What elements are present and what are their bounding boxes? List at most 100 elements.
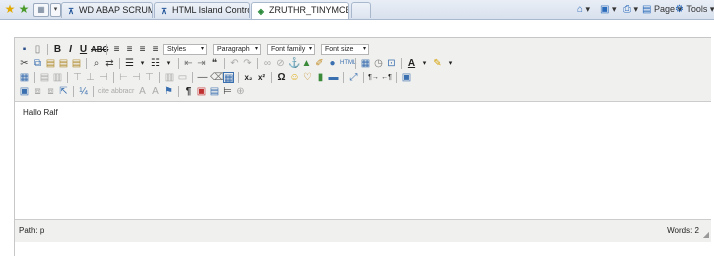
undo-icon[interactable]: ↶ [229, 58, 240, 69]
paste-word-icon[interactable]: ▤ [71, 58, 82, 69]
template-icon[interactable]: ▤ [209, 86, 220, 97]
paste-icon[interactable]: ▤ [45, 58, 56, 69]
insert-time-icon[interactable]: ◷ [373, 58, 384, 69]
cell-properties-icon[interactable]: ▥ [52, 72, 63, 83]
abbr-icon[interactable]: abbr [111, 86, 125, 97]
align-right-icon[interactable]: ≡ [137, 44, 148, 55]
bold-icon[interactable]: B [52, 44, 63, 55]
html-source-icon[interactable]: HTML [340, 58, 356, 69]
chevron-down-icon[interactable]: ▾ [445, 58, 456, 69]
italic-icon[interactable]: I [65, 44, 76, 55]
insert-column-before-icon[interactable]: ⊢ [118, 72, 129, 83]
editor-text[interactable]: Hallo Ralf [23, 108, 58, 117]
background-color-icon[interactable]: ✎ [432, 58, 443, 69]
new-document-icon[interactable]: ▯ [32, 44, 43, 55]
link-icon[interactable]: ∞ [262, 58, 273, 69]
restore-draft-icon[interactable]: ⊕ [235, 86, 246, 97]
visual-aid-icon[interactable]: ▦ [223, 72, 234, 84]
add-favorite-icon[interactable]: ★ [17, 2, 31, 16]
styleprops-icon[interactable]: ¼ [78, 86, 89, 97]
tab-zruthr-tinymce[interactable]: ◈ZRUTHR_TINYMCE [W...× [251, 2, 349, 19]
strikethrough-icon[interactable]: ABC [91, 44, 108, 55]
insert-media-icon[interactable]: ♡ [302, 72, 313, 83]
image-icon[interactable]: ▲ [301, 58, 312, 69]
home-button[interactable]: ⌂ ▾ [577, 3, 590, 16]
preview-icon[interactable]: ⊡ [386, 58, 397, 69]
delete-text-icon[interactable]: A [137, 86, 148, 97]
help-icon[interactable]: ● [327, 58, 338, 69]
replace-icon[interactable]: ⇄ [104, 58, 115, 69]
insert-row-before-icon[interactable]: ⊤ [72, 72, 83, 83]
insert-date-icon[interactable]: ▦ [360, 58, 371, 69]
left-to-right-icon[interactable]: ¶→ [368, 72, 379, 83]
element-path[interactable]: Path: p [19, 226, 44, 235]
chevron-down-icon[interactable]: ▾ [137, 58, 148, 69]
insert-layer-icon[interactable]: ▣ [401, 72, 412, 83]
indent-icon[interactable]: ⇥ [196, 58, 207, 69]
align-center-icon[interactable]: ≡ [124, 44, 135, 55]
row-properties-icon[interactable]: ▤ [39, 72, 50, 83]
visual-chars-icon[interactable]: ▣ [196, 86, 207, 97]
delete-row-icon[interactable]: ⊣ [98, 72, 109, 83]
right-to-left-icon[interactable]: ←¶ [381, 72, 392, 83]
new-tab-button[interactable] [351, 2, 371, 18]
copy-icon[interactable]: ⧉ [32, 58, 43, 69]
fullscreen-icon[interactable]: ⤢ [348, 72, 359, 83]
absolute-position-icon[interactable]: ⇱ [58, 86, 69, 97]
font-size-select[interactable]: Font size ▾ [321, 44, 369, 55]
text-color-icon[interactable]: A [406, 58, 417, 69]
blockquote-icon[interactable]: ❝ [209, 58, 220, 69]
remove-format-icon[interactable]: ⌫ [210, 72, 224, 83]
save-icon[interactable]: ▪ [19, 44, 30, 55]
chevron-down-icon[interactable]: ▾ [163, 58, 174, 69]
resize-handle-icon[interactable]: ◢ [703, 230, 709, 239]
favorites-star-icon[interactable]: ★ [3, 2, 17, 16]
styles-select[interactable]: Styles ▾ [163, 44, 207, 55]
horizontal-rule-icon[interactable]: — [197, 72, 208, 83]
insert-text-icon[interactable]: A [150, 86, 161, 97]
acronym-icon[interactable]: acr [124, 86, 135, 97]
page-break-icon[interactable]: ⊨ [222, 86, 233, 97]
outdent-icon[interactable]: ⇤ [183, 58, 194, 69]
advanced-hr-icon[interactable]: ▮ [315, 72, 326, 83]
anchor-icon[interactable]: ⚓ [288, 58, 300, 69]
align-justify-icon[interactable]: ≡ [150, 44, 161, 55]
numbered-list-icon[interactable]: ☷ [150, 58, 161, 69]
superscript-icon[interactable]: x² [256, 72, 267, 83]
print-icon[interactable]: ▬ [328, 72, 339, 83]
quick-tabs-icon[interactable]: ▦ [33, 3, 49, 17]
delete-column-icon[interactable]: ⊤ [144, 72, 155, 83]
chevron-down-icon[interactable]: ▾ [419, 58, 430, 69]
cite-icon[interactable]: cite [98, 86, 109, 97]
insert-row-after-icon[interactable]: ⊥ [85, 72, 96, 83]
find-icon[interactable]: ⌕ [91, 58, 102, 69]
tools-menu[interactable]: ⚙ Tools ▾ [675, 3, 714, 16]
editor-content-area[interactable]: Hallo Ralf [15, 102, 711, 219]
move-forward-icon[interactable]: ⧈ [32, 86, 43, 97]
print-button[interactable]: ⎙ ▾ [623, 3, 638, 16]
move-backward-icon[interactable]: ⧈ [45, 86, 56, 97]
tab-list-chevron-down-icon[interactable]: ▾ [50, 3, 61, 17]
emoticons-icon[interactable]: ☺ [289, 72, 300, 83]
merge-cells-icon[interactable]: ▭ [177, 72, 188, 83]
paragraph-select[interactable]: Paragraph ▾ [213, 44, 261, 55]
unlink-icon[interactable]: ⊘ [275, 58, 286, 69]
split-cells-icon[interactable]: ▥ [164, 72, 175, 83]
show-blocks-icon[interactable]: ¶ [183, 86, 194, 97]
cleanup-icon[interactable]: ✐ [314, 58, 325, 69]
insert-layer-icon[interactable]: ▣ [19, 86, 30, 97]
paste-text-icon[interactable]: ▤ [58, 58, 69, 69]
cut-icon[interactable]: ✂ [19, 58, 30, 69]
attributes-icon[interactable]: ⚑ [163, 86, 174, 97]
insert-table-icon[interactable]: ▦ [19, 72, 30, 83]
underline-icon[interactable]: U [78, 44, 89, 55]
special-character-icon[interactable]: Ω [276, 72, 287, 83]
feeds-button[interactable]: ▣ ▾ [600, 3, 616, 16]
tab-html-island-control[interactable]: ⊼ HTML Island Control - Wik... [154, 2, 250, 18]
font-family-select[interactable]: Font family ▾ [267, 44, 315, 55]
tab-wd-abap-scrum[interactable]: ⊼ WD ABAP SCRUM 783 - Wi... [61, 2, 153, 18]
insert-column-after-icon[interactable]: ⊣ [131, 72, 142, 83]
bullet-list-icon[interactable]: ☰ [124, 58, 135, 69]
align-left-icon[interactable]: ≡ [111, 44, 122, 55]
subscript-icon[interactable]: x₂ [243, 72, 254, 83]
